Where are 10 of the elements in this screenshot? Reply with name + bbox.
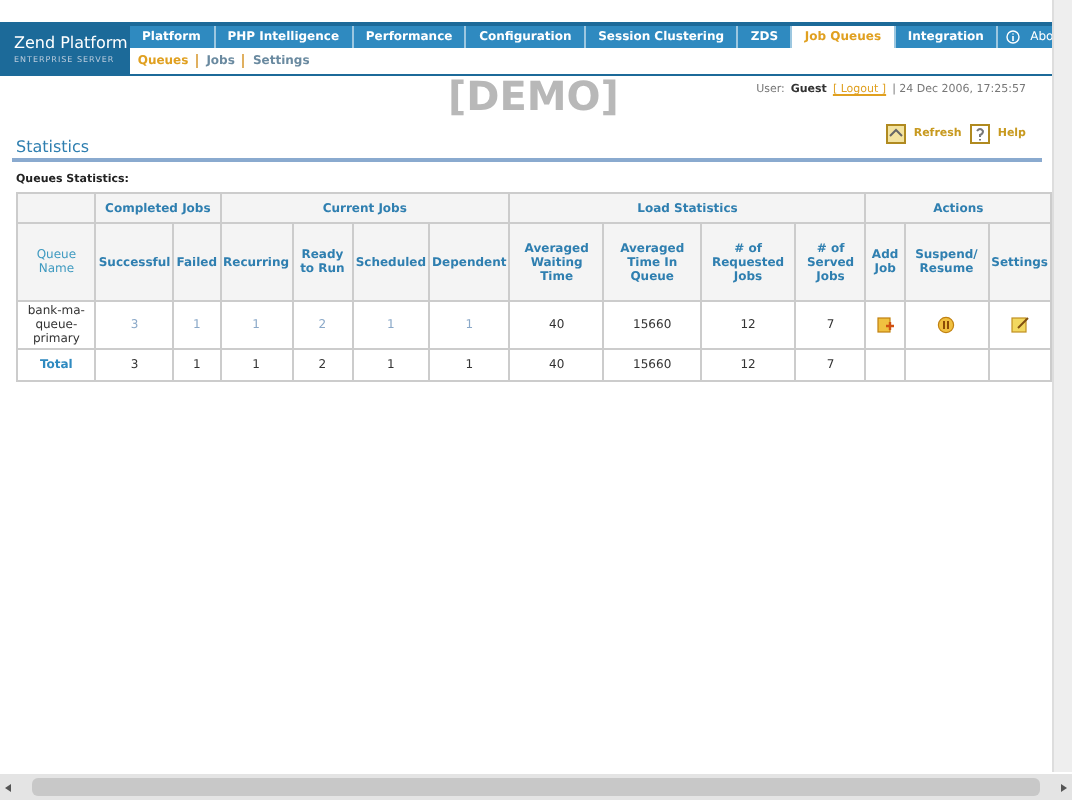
help-icon[interactable] — [969, 124, 990, 144]
horizontal-scrollbar[interactable] — [0, 774, 1072, 800]
logo-title: Zend Platform — [14, 34, 128, 54]
demo-label: [DEMO] — [448, 76, 619, 116]
vertical-scrollbar[interactable] — [1052, 0, 1072, 772]
info-icon[interactable] — [1006, 30, 1021, 44]
scroll-right-icon[interactable] — [1056, 779, 1072, 795]
section-title: Statistics — [16, 138, 90, 156]
scroll-left-icon[interactable] — [0, 779, 16, 795]
refresh-icon[interactable] — [885, 124, 906, 144]
